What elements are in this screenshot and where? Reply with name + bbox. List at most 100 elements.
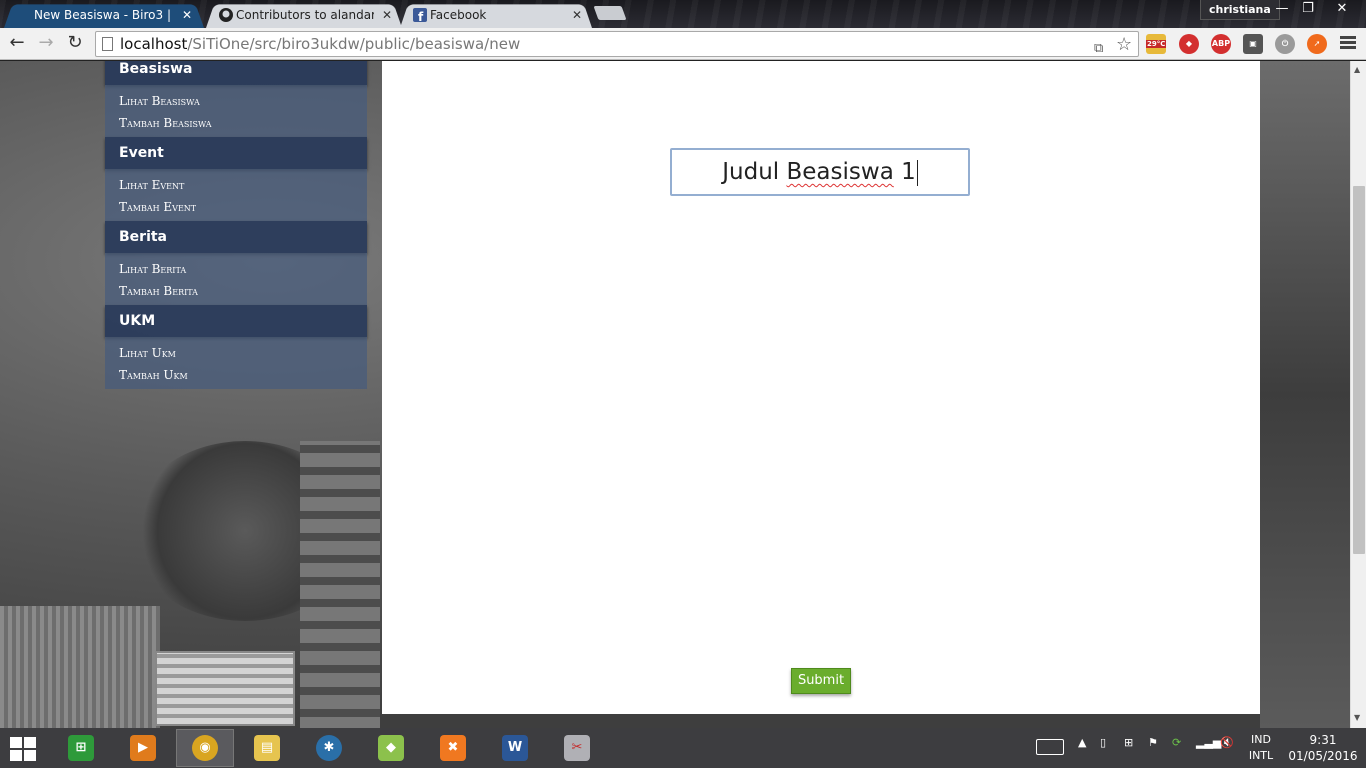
bookmark-star-icon[interactable]: ☆ xyxy=(1116,33,1132,57)
system-clock[interactable]: 9:31 01/05/2016 xyxy=(1283,732,1363,764)
clock-date: 01/05/2016 xyxy=(1288,749,1358,763)
tab-close-icon[interactable]: ✕ xyxy=(182,8,192,22)
xampp-icon: ✖ xyxy=(440,735,466,761)
sourcetree-icon: ✱ xyxy=(316,735,342,761)
sidebar-link-lihat-ukm[interactable]: Lihat Ukm xyxy=(119,342,367,364)
sidebar-group-event: Event Lihat Event Tambah Event xyxy=(105,137,367,221)
title-word-misspelled: Beasiswa xyxy=(786,159,894,185)
content-panel: Judul Beasiswa 1 Submit xyxy=(382,61,1260,714)
page-icon xyxy=(102,37,113,51)
shield-extension-icon[interactable]: ◆ xyxy=(1179,34,1199,54)
facebook-icon: f xyxy=(413,8,427,23)
language-bottom: INTL xyxy=(1248,749,1274,762)
taskbar-app-chrome[interactable]: ◉ xyxy=(176,729,234,767)
chrome-icon: ◉ xyxy=(192,735,218,761)
taskbar-app-xampp[interactable]: ✖ xyxy=(424,729,482,767)
tab-new-beasiswa[interactable]: New Beasiswa - Biro3 | UK ✕ xyxy=(4,2,204,28)
github-icon xyxy=(219,8,233,22)
new-tab-button[interactable] xyxy=(593,6,627,20)
tab-label: Facebook xyxy=(430,8,487,22)
sidebar-group-links: Lihat Berita Tambah Berita xyxy=(105,253,367,305)
sidebar-group-berita: Berita Lihat Berita Tambah Berita xyxy=(105,221,367,305)
device-icon[interactable]: ▯ xyxy=(1100,736,1106,749)
language-top: IND xyxy=(1251,733,1271,746)
tab-strip-background xyxy=(0,0,1366,28)
word-icon: W xyxy=(502,735,528,761)
file-explorer-icon: ▤ xyxy=(254,735,280,761)
address-path: /SiTiOne/src/biro3ukdw/public/beasiswa/n… xyxy=(187,35,521,53)
sidebar-group-links: Lihat Event Tambah Event xyxy=(105,169,367,221)
network-icon[interactable]: ▂▃▅ xyxy=(1196,736,1221,749)
sidebar-group-ukm: UKM Lihat Ukm Tambah Ukm xyxy=(105,305,367,389)
tab-label: New Beasiswa - Biro3 | UK xyxy=(34,8,174,22)
address-host: localhost xyxy=(120,35,188,53)
reload-button[interactable]: ↻ xyxy=(63,32,87,56)
taskbar-app-word[interactable]: W xyxy=(486,729,544,767)
sidebar-group-links: Lihat Beasiswa Tambah Beasiswa xyxy=(105,85,367,137)
restore-icon[interactable]: ❐ xyxy=(1294,0,1322,20)
sidebar-link-lihat-beasiswa[interactable]: Lihat Beasiswa xyxy=(119,90,367,112)
scroll-up-icon[interactable]: ▲ xyxy=(1354,65,1360,74)
title-word: 1 xyxy=(901,159,916,185)
power-extension-icon[interactable]: ⏻ xyxy=(1275,34,1295,54)
sidebar-link-tambah-ukm[interactable]: Tambah Ukm xyxy=(119,364,367,386)
sidebar-group-title: UKM xyxy=(105,305,367,337)
page-scrollbar[interactable]: ▲ ▼ xyxy=(1350,61,1366,728)
taskbar-app-sourcetree[interactable]: ✱ xyxy=(300,729,358,767)
tab-close-icon[interactable]: ✕ xyxy=(572,8,582,22)
background-building xyxy=(300,441,380,728)
language-indicator[interactable]: IND INTL xyxy=(1243,732,1279,764)
clock-time: 9:31 xyxy=(1309,733,1337,747)
minimize-icon[interactable]: — xyxy=(1268,0,1296,20)
browser-toolbar: ← → ↻ localhost/SiTiOne/src/biro3ukdw/pu… xyxy=(0,28,1366,60)
sidebar-link-tambah-event[interactable]: Tambah Event xyxy=(119,196,367,218)
adblock-plus-icon[interactable]: ABP xyxy=(1211,34,1231,54)
tab-close-icon[interactable]: ✕ xyxy=(382,8,392,22)
windows-tray-icon[interactable]: ⊞ xyxy=(1124,736,1133,749)
background-cart xyxy=(155,651,295,726)
action-flag-icon[interactable]: ⚑ xyxy=(1148,736,1158,749)
tab-label: Contributors to alandarm xyxy=(236,8,374,22)
scroll-down-icon[interactable]: ▼ xyxy=(1354,713,1360,722)
touch-keyboard-icon[interactable] xyxy=(1036,739,1064,755)
windows-start-icon[interactable] xyxy=(10,737,38,761)
sidebar-link-lihat-berita[interactable]: Lihat Berita xyxy=(119,258,367,280)
store-icon: ⊞ xyxy=(68,735,94,761)
sidebar-link-tambah-berita[interactable]: Tambah Berita xyxy=(119,280,367,302)
crest-extension-icon[interactable]: ▣ xyxy=(1243,34,1263,54)
sidebar-link-tambah-beasiswa[interactable]: Tambah Beasiswa xyxy=(119,112,367,134)
taskbar-app-store[interactable]: ⊞ xyxy=(52,729,110,767)
weather-temp: 29°C xyxy=(1146,40,1167,48)
taskbar-app-file-explorer[interactable]: ▤ xyxy=(238,729,296,767)
sync-icon[interactable]: ⟳ xyxy=(1172,736,1181,749)
rocket-extension-icon[interactable]: ➚ xyxy=(1307,34,1327,54)
translate-icon[interactable]: ⧉ xyxy=(1094,37,1103,61)
beasiswa-title-input[interactable]: Judul Beasiswa 1 xyxy=(670,148,970,196)
taskbar-app-media-player[interactable]: ▶ xyxy=(114,729,172,767)
forward-button[interactable]: → xyxy=(34,32,58,56)
tab-contributors[interactable]: Contributors to alandarm ✕ xyxy=(206,2,402,28)
weather-extension-icon[interactable]: 29°C xyxy=(1146,34,1167,54)
address-bar[interactable]: localhost/SiTiOne/src/biro3ukdw/public/b… xyxy=(95,31,1139,57)
folders-icon: ◆ xyxy=(378,735,404,761)
snipping-tool-icon: ✂ xyxy=(564,735,590,761)
media-player-icon: ▶ xyxy=(130,735,156,761)
close-window-icon[interactable]: ✕ xyxy=(1328,0,1356,20)
sidebar-link-lihat-event[interactable]: Lihat Event xyxy=(119,174,367,196)
show-hidden-icons-icon[interactable]: ▲ xyxy=(1078,736,1086,749)
sidebar-group-title: Event xyxy=(105,137,367,169)
background-wall xyxy=(0,606,160,728)
svg-text:f: f xyxy=(418,10,424,23)
browser-tab-strip: New Beasiswa - Biro3 | UK ✕ Contributors… xyxy=(0,0,1366,28)
taskbar-app-snipping-tool[interactable]: ✂ xyxy=(548,729,606,767)
sidebar-group-beasiswa: Beasiswa Lihat Beasiswa Tambah Beasiswa xyxy=(105,61,367,137)
scroll-thumb[interactable] xyxy=(1353,186,1365,554)
text-caret xyxy=(916,159,918,186)
chrome-menu-icon[interactable] xyxy=(1340,36,1356,50)
back-button[interactable]: ← xyxy=(5,32,29,56)
taskbar-app-sticky-folders[interactable]: ◆ xyxy=(362,729,420,767)
tab-facebook[interactable]: f Facebook ✕ xyxy=(400,2,592,28)
volume-muted-icon[interactable]: 🔇 xyxy=(1220,736,1234,749)
admin-sidebar: Beasiswa Lihat Beasiswa Tambah Beasiswa … xyxy=(105,61,367,389)
submit-button[interactable]: Submit xyxy=(791,668,851,694)
